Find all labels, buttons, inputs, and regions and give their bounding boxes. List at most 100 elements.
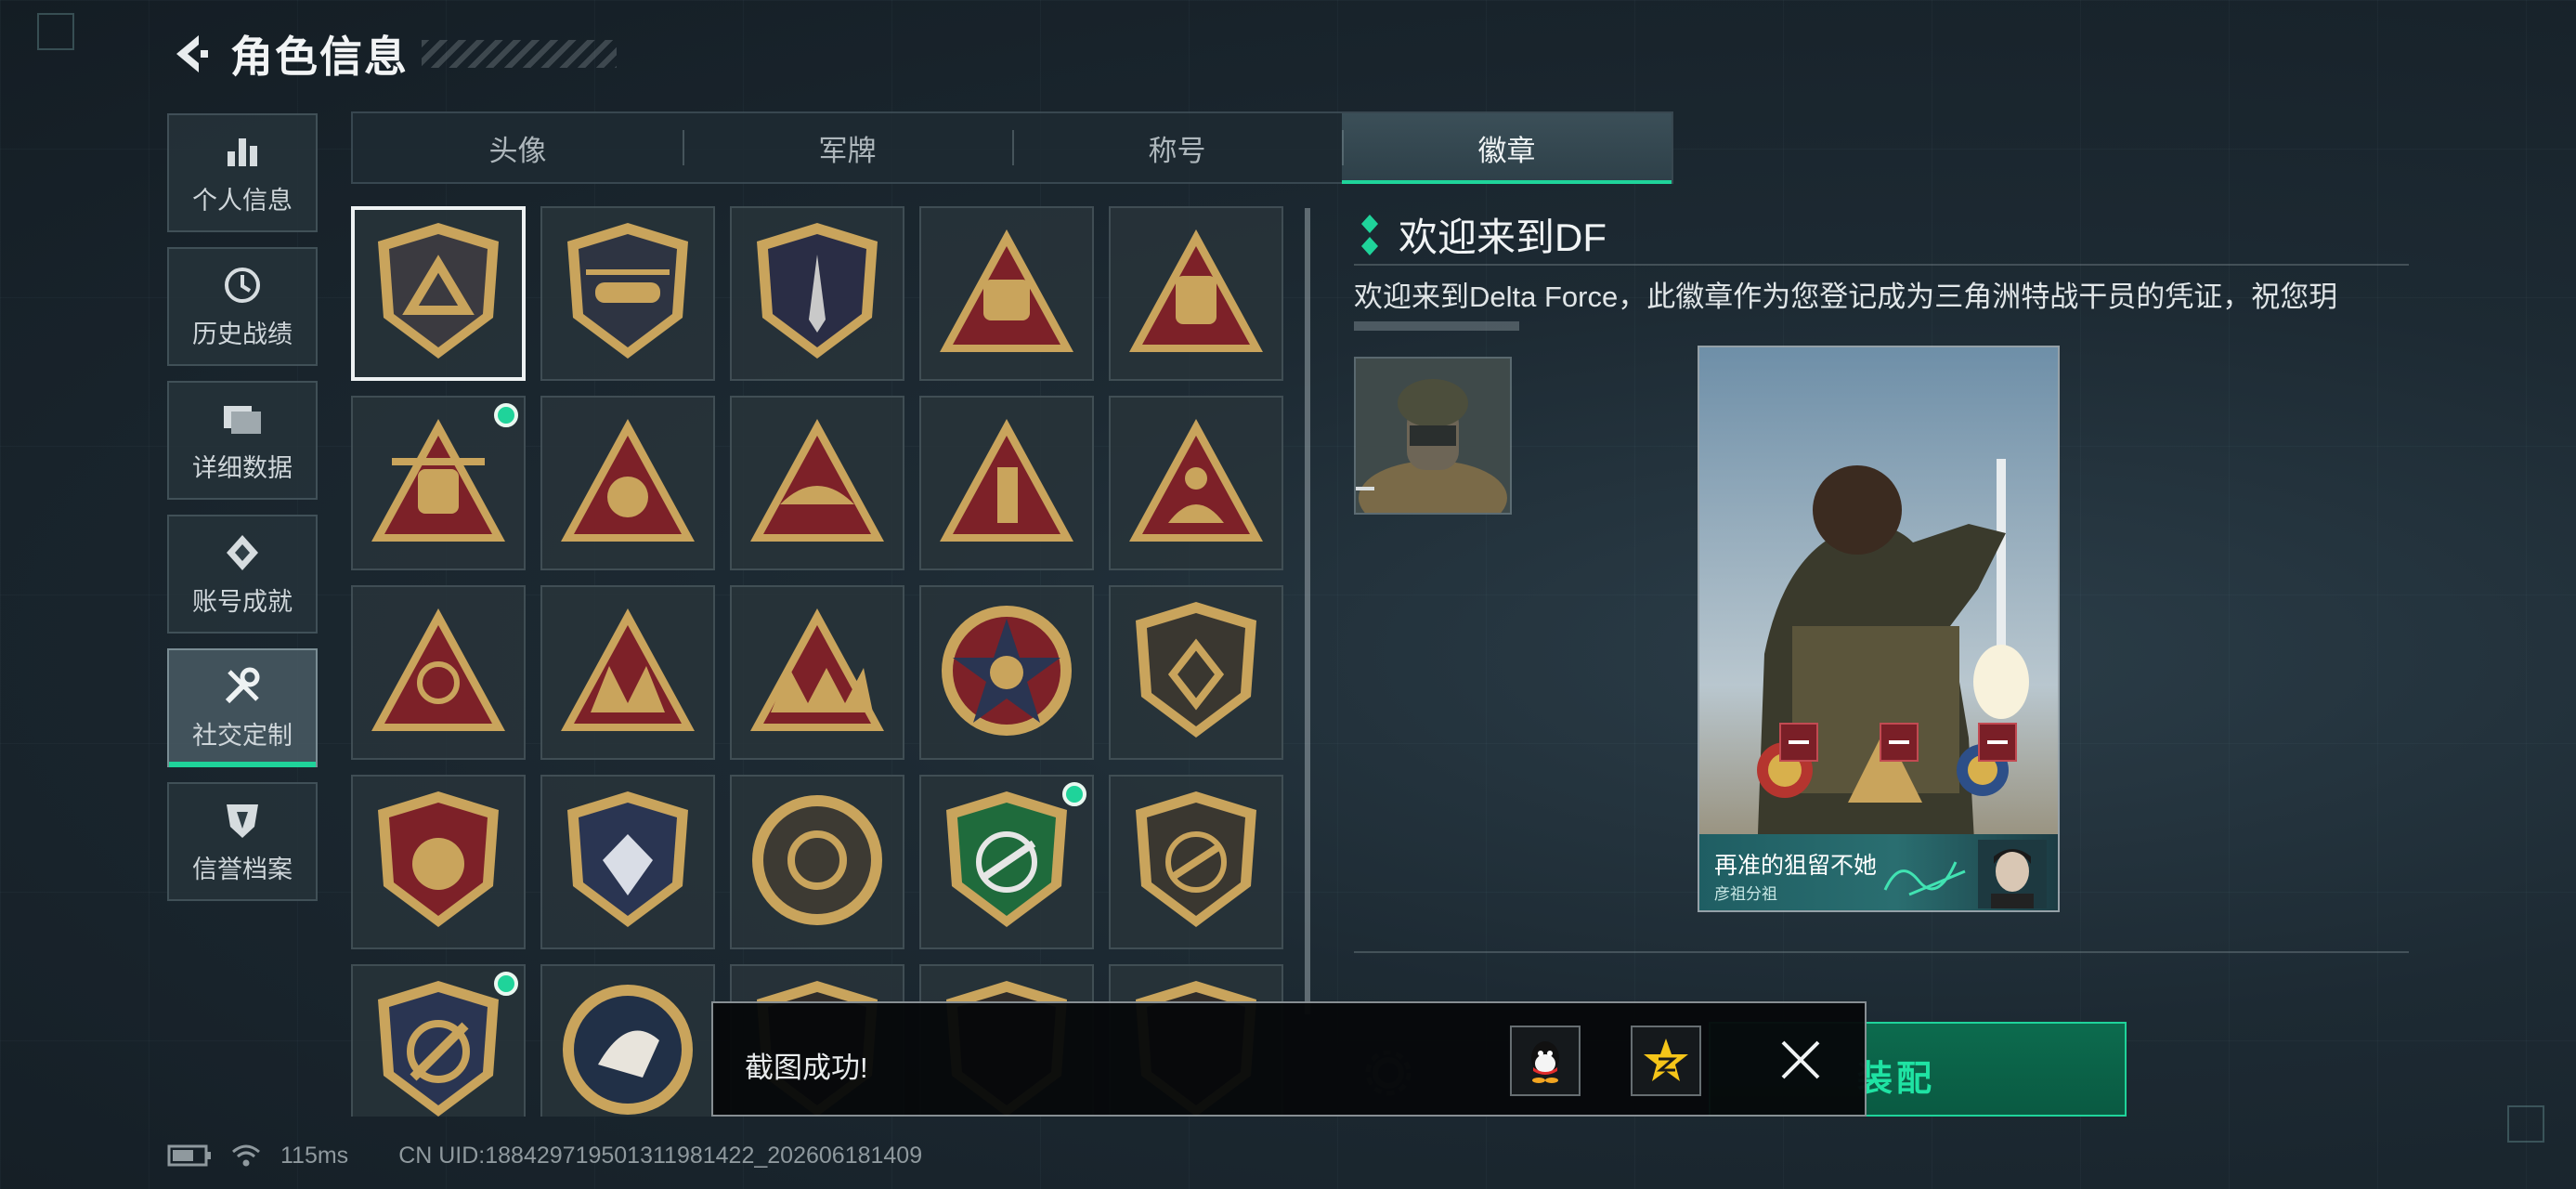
sidebar-item-label: 详细数据 (192, 453, 293, 482)
badge-slot[interactable] (351, 775, 526, 949)
badge-emblem-icon (1122, 222, 1270, 366)
sidebar-item-label: 社交定制 (192, 721, 293, 750)
tab-bar: 头像 军牌 称号 徽章 (351, 111, 1673, 184)
badge-slot[interactable] (730, 585, 904, 760)
badge-grid-scrollbar[interactable] (1305, 208, 1310, 1014)
close-x-icon[interactable] (1777, 1037, 1824, 1083)
achievement-icon (221, 531, 264, 574)
description-overflow-line (1354, 321, 1519, 331)
toast-message: 截图成功! (745, 1052, 868, 1084)
badge-emblem-icon (743, 601, 891, 745)
badge-emblem-icon (369, 786, 508, 939)
divider (1354, 264, 2409, 266)
badge-slot[interactable] (919, 396, 1094, 570)
badge-slot[interactable] (919, 206, 1094, 381)
card-caption-subtitle: 彦祖分祖 (1714, 885, 1777, 903)
badge-slot[interactable] (351, 585, 526, 760)
tab-title[interactable]: 称号 (1012, 113, 1342, 182)
sidebar-item-label: 个人信息 (192, 186, 293, 215)
badge-slot[interactable] (730, 396, 904, 570)
badge-emblem-icon (364, 601, 513, 745)
sidebar-item-credit-record[interactable]: 信誉档案 (167, 782, 318, 901)
user-uid: CN UID:18842971950131198142​2_2026061814… (398, 1142, 923, 1169)
badge-slot[interactable] (351, 396, 526, 570)
new-badge-indicator (494, 403, 518, 427)
shield-credit-icon (221, 799, 264, 842)
badge-emblem-icon (553, 975, 702, 1117)
page-header: 角色信息 (167, 24, 617, 84)
sidebar-item-detailed-data[interactable]: 详细数据 (167, 381, 318, 500)
badge-emblem-icon (748, 217, 887, 371)
title-decoration (422, 40, 617, 68)
badge-slot[interactable] (1109, 775, 1283, 949)
badge-slot[interactable] (919, 585, 1094, 760)
sidebar-item-social-custom[interactable]: 社交定制 (167, 648, 318, 767)
tools-icon (221, 665, 264, 708)
card-caption-title: 再准的狙留不她 (1714, 853, 1878, 879)
badge-slot[interactable] (540, 396, 715, 570)
corner-decoration (37, 13, 74, 50)
badge-slot[interactable] (730, 206, 904, 381)
badge-emblem-icon (932, 412, 1081, 555)
badge-slot[interactable] (1109, 206, 1283, 381)
badge-emblem-icon (364, 412, 513, 555)
badge-emblem-icon (553, 601, 702, 745)
badge-emblem-icon (558, 217, 697, 371)
qq-icon (1531, 1041, 1559, 1083)
tab-dogtag[interactable]: 军牌 (683, 113, 1012, 182)
operator-avatar[interactable] (1354, 357, 1512, 515)
badge-emblem-icon (932, 596, 1081, 750)
tab-badge[interactable]: 徽章 (1342, 113, 1672, 184)
remove-badge-button[interactable] (1779, 723, 1818, 762)
card-caption: 再准的狙留不她 彦祖分祖 (1699, 834, 2058, 910)
share-qzone-button[interactable] (1631, 1026, 1701, 1096)
sidebar-item-label: 历史战绩 (192, 320, 293, 348)
badge-slot[interactable] (351, 964, 526, 1117)
corner-decoration (2507, 1105, 2544, 1143)
battery-icon (167, 1144, 211, 1167)
badge-slot[interactable] (730, 775, 904, 949)
back-button[interactable] (167, 30, 215, 78)
badge-slot[interactable] (919, 775, 1094, 949)
divider (1354, 951, 2409, 953)
new-badge-indicator (1062, 782, 1086, 806)
badge-emblem-icon (932, 222, 1081, 366)
badge-slot[interactable] (540, 585, 715, 760)
sidebar-item-achievements[interactable]: 账号成就 (167, 515, 318, 634)
signature-mark (1883, 861, 1966, 896)
share-qq-button[interactable] (1510, 1026, 1581, 1096)
celebrity-portrait (1978, 840, 2047, 908)
badge-slot[interactable] (540, 206, 715, 381)
sidebar-item-history[interactable]: 历史战绩 (167, 247, 318, 366)
badge-detail-header: 欢迎来到DF (1358, 206, 1607, 263)
ping-value: 115ms (280, 1142, 349, 1169)
badge-slot[interactable] (351, 206, 526, 381)
sidebar-item-label: 信誉档案 (192, 855, 293, 883)
badge-description: 欢迎来到Delta Force，此徽章作为您登记成为三角洲特战干员的凭证，祝您玥 (1354, 281, 2338, 313)
name-card-preview[interactable]: 再准的狙留不她 彦祖分祖 (1698, 346, 2060, 912)
badge-slot[interactable] (1109, 585, 1283, 760)
wifi-icon (232, 1144, 260, 1167)
tab-avatar[interactable]: 头像 (353, 113, 683, 182)
badge-emblem-icon (1126, 596, 1266, 750)
badge-slot[interactable] (1109, 396, 1283, 570)
badge-emblem-icon (369, 217, 508, 371)
badge-emblem-icon (553, 412, 702, 555)
sidebar-item-personal-info[interactable]: 个人信息 (167, 113, 318, 232)
badge-emblem-icon (1122, 412, 1270, 555)
screenshot-toast: 截图成功! (711, 1001, 1867, 1117)
qzone-star-icon (1644, 1039, 1688, 1081)
badge-emblem-icon (369, 975, 508, 1117)
remove-badge-button[interactable] (1978, 723, 2017, 762)
left-sidebar: 个人信息 历史战绩 详细数据 账号成就 社交定制 信誉档案 (167, 113, 318, 916)
equip-button-label: 装配 (1857, 1060, 1936, 1099)
back-arrow-icon (176, 35, 208, 72)
remove-badge-button[interactable] (1880, 723, 1919, 762)
badge-slot[interactable] (540, 964, 715, 1117)
badge-detail-title: 欢迎来到DF (1399, 216, 1607, 259)
status-bar: 115ms CN UID:18842971950131198142​2_2026… (167, 1137, 922, 1174)
badge-emblem-icon (937, 786, 1076, 939)
history-clock-icon (221, 264, 264, 307)
badge-emblem-icon (1126, 786, 1266, 939)
badge-slot[interactable] (540, 775, 715, 949)
